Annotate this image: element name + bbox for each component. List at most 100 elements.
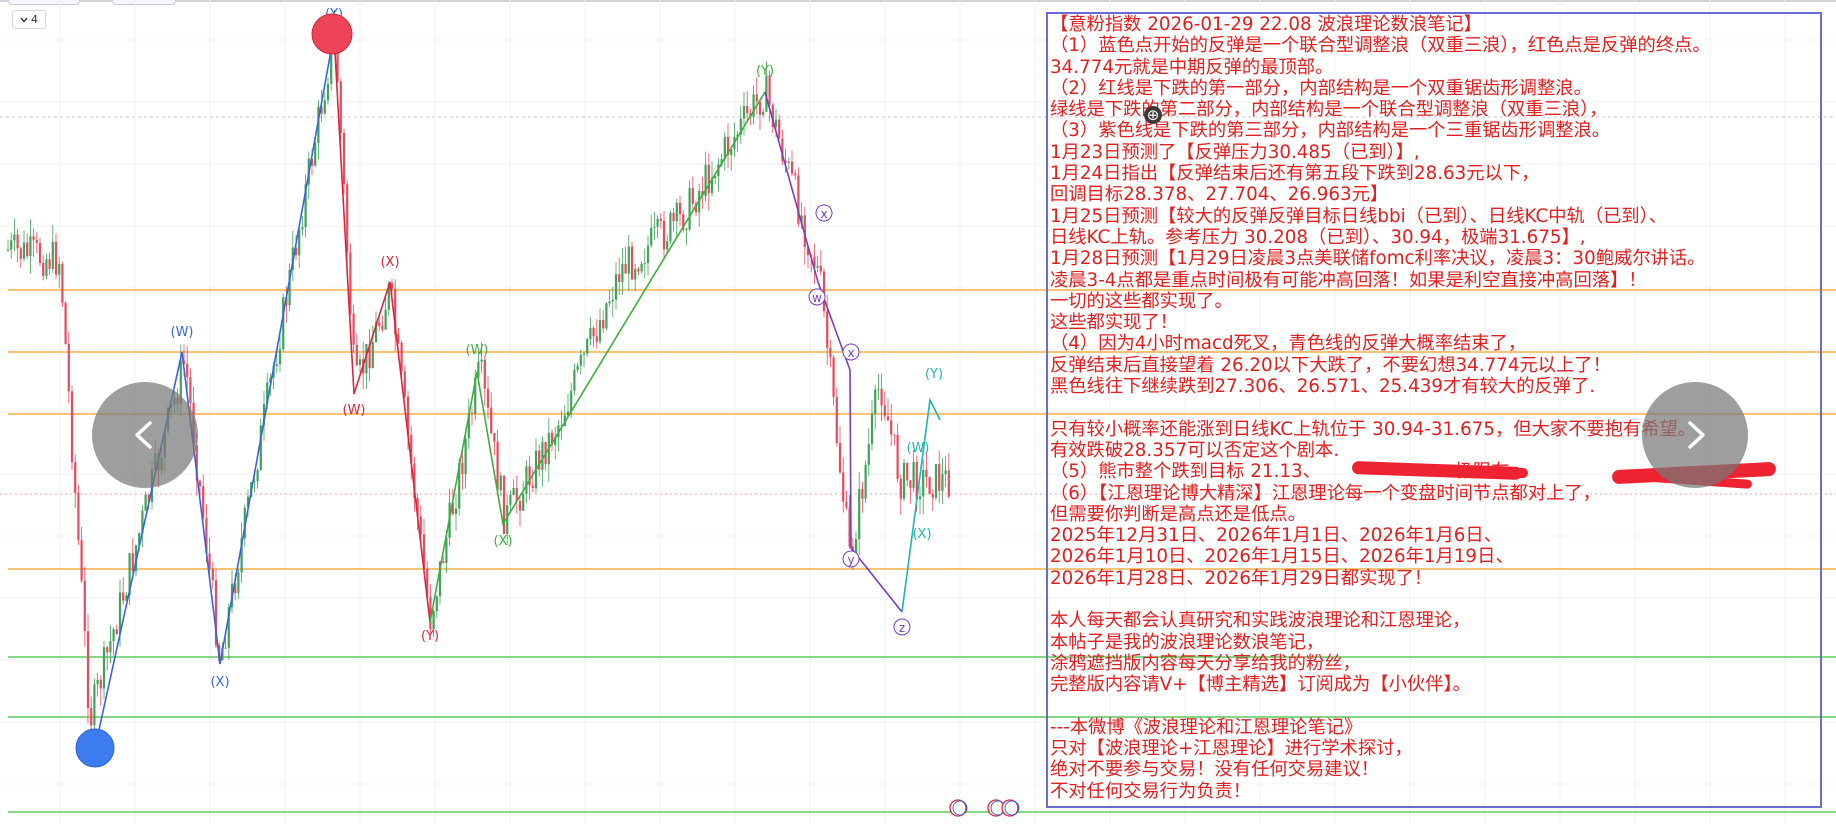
candle-body [746,106,749,114]
candle-body [758,101,762,115]
candle-body [45,259,48,277]
note-line: 日线KC上轨。参考压力 30.208（已到）、30.94，极端31.675】, [1050,226,1586,248]
wave-label: x [820,207,827,221]
candle-body [342,132,346,185]
candle-body [650,227,653,246]
candle-body [906,462,909,481]
candle-body [224,647,227,649]
candle-body [576,365,579,370]
candle-body [122,592,125,601]
candle-body [678,202,682,215]
candle-body [752,94,755,118]
candle-body [925,470,928,478]
candle-body [496,441,499,491]
candle-body [931,493,934,498]
note-line: （1）蓝色点开始的反弹是一个联合型调整浪（双重三浪），红色点是反弹的终点。 [1050,35,1711,57]
prev-slide-button[interactable] [92,382,198,488]
candle-body [742,106,746,119]
candle-body [787,161,790,163]
candle-body [854,539,858,553]
redaction-scribble [1480,468,1528,478]
candle-body [131,553,134,572]
candle-body [16,234,19,249]
wave-label: z [899,621,905,635]
candle-body [893,434,896,436]
candle-body [883,405,886,417]
candle-body [909,480,912,488]
candle-body [381,326,384,330]
candle-body [61,263,64,303]
candle-body [54,241,58,275]
candle-body [870,413,874,445]
candle-body [531,485,534,489]
candle-body [886,416,890,421]
note-line: 绝对不要参与交易！没有任何交易建议！ [1050,759,1380,781]
candle-body [509,494,512,506]
candle-body [518,501,522,511]
candle-body [627,246,630,274]
candle-body [643,263,646,265]
candle-body [707,164,710,194]
next-slide-button[interactable] [1642,382,1748,488]
candle-body [493,433,496,442]
candle-body [96,679,99,685]
blue-start-dot [75,728,115,768]
wave-lines [94,33,941,749]
note-line [1050,696,1820,717]
note-line: （2）红线是下跌的第一部分，内部结构是一个双重锯齿形调整浪。 [1050,77,1592,99]
candle-body [358,359,362,366]
candle-body [598,320,602,342]
candle-body [144,494,147,511]
candle-body [38,243,42,264]
candle-body [189,377,192,403]
chevron-left-icon [135,421,152,449]
candle-body [86,631,90,709]
crosshair-add-icon[interactable]: ⊕ [1144,106,1162,124]
candle-body [861,488,864,499]
candle-body [186,363,189,378]
candle-body [442,561,445,563]
candle-body [499,475,502,491]
candle-body [486,388,490,408]
candle-body [432,611,435,630]
candle-body [461,463,464,475]
candle-body [74,462,77,493]
candle-body [829,347,832,358]
candle-body [835,396,838,444]
candle-body [93,684,96,726]
candle-body [589,327,592,340]
candle-body [10,240,13,250]
candle-body [211,568,214,581]
bottom-indicators [949,799,1020,817]
candle-body [832,357,835,397]
note-line: 完整版内容请V+【博主精选】订阅成为【小伙伴】。 [1050,674,1471,696]
note-line: 本帖子是我的波浪理论数浪笔记， [1050,631,1325,653]
candle-body [58,263,61,275]
candle-body [541,441,544,470]
candle-body [637,268,640,272]
candle-body [435,596,438,612]
candle-body [198,480,202,487]
note-line: 本人每天都会认真研究和实践波浪理论和江恩理论， [1050,610,1471,632]
candle-body [614,274,618,300]
candle-body [355,344,358,366]
candle-body [502,475,506,534]
candle-body [339,81,342,133]
candle-body [646,245,650,264]
candle-body [653,226,656,228]
candle-body [896,434,899,479]
candle-body [640,263,643,272]
candle-body [256,470,259,482]
candle-body [867,444,870,465]
candle-body [669,212,672,242]
note-line: 但需要你判断是高点还是低点。 [1050,503,1306,525]
wave-label: (Y) [421,629,439,644]
candle-body [934,464,938,498]
wave-label: w [812,291,822,305]
candle-body [64,302,67,344]
candle-body [67,343,70,392]
wave-label: (X) [912,527,931,542]
candle-body [237,572,240,594]
candle-body [582,353,586,355]
wave-label: (X) [380,255,399,270]
